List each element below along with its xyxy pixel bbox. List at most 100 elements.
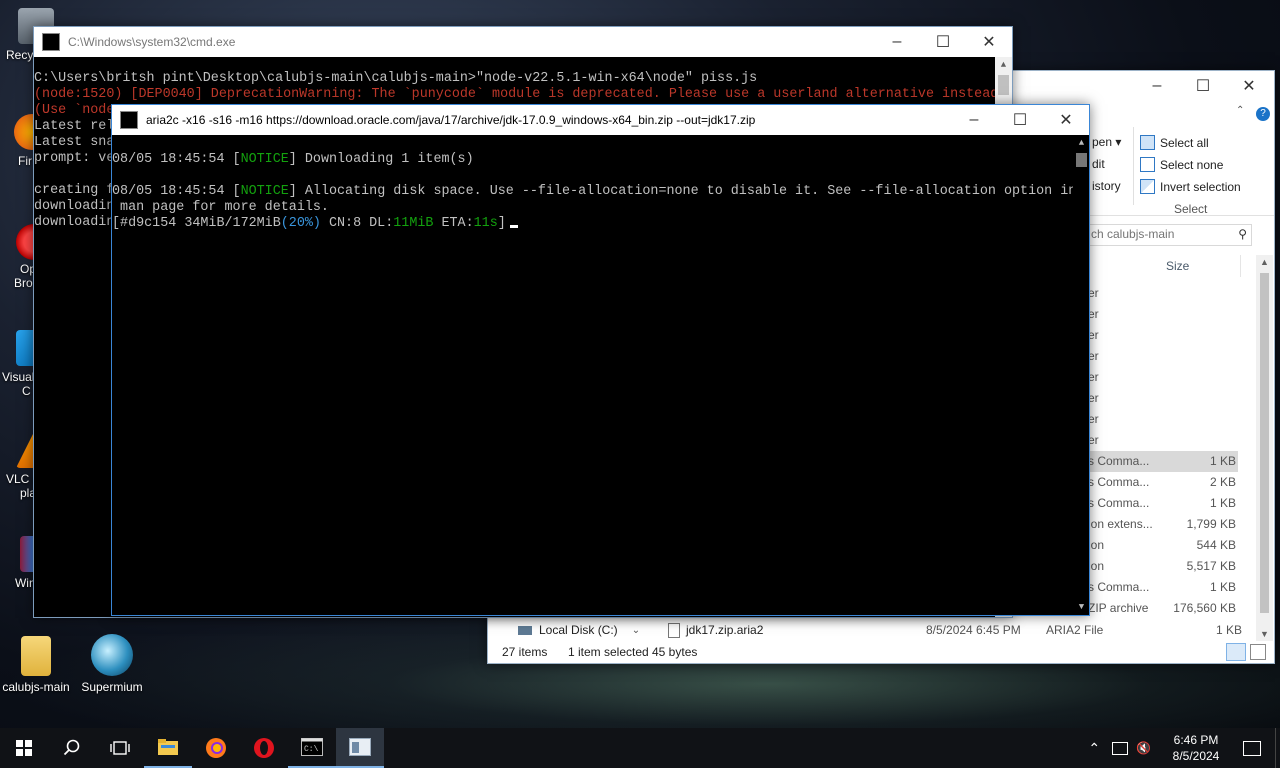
help-icon[interactable]: ?: [1256, 107, 1270, 121]
open-button[interactable]: pen ▾: [1092, 135, 1121, 149]
log-line-allocating: 08/05 18:45:54 [NOTICE] Allocating disk …: [112, 184, 1077, 199]
file-row[interactable]: er: [1088, 388, 1238, 409]
file-row[interactable]: er: [1088, 304, 1238, 325]
file-type: s Comma...: [1088, 496, 1150, 510]
large-icons-view-icon[interactable]: [1250, 644, 1266, 660]
volume-muted-icon[interactable]: 🔇: [1136, 741, 1151, 755]
file-size: 5,517 KB: [1186, 559, 1236, 573]
file-row[interactable]: s Comma... 1 KB: [1088, 577, 1238, 598]
network-icon[interactable]: [1112, 741, 1129, 755]
file-type: s Comma...: [1088, 580, 1150, 594]
chevron-down-icon[interactable]: ⌄: [632, 625, 640, 636]
console-line: C:\Users\britsh pint\Desktop\calubjs-mai…: [34, 71, 758, 86]
file-row[interactable]: s Comma... 1 KB: [1088, 451, 1238, 472]
show-desktop-button[interactable]: [1275, 728, 1280, 768]
clock[interactable]: 6:46 PM 8/5/2024: [1161, 732, 1231, 764]
file-row[interactable]: ion 544 KB: [1088, 535, 1238, 556]
scroll-down-arrow-icon[interactable]: ▼: [1073, 599, 1089, 615]
cmd-titlebar[interactable]: C:\Windows\system32\cmd.exe – ☐ ✕: [34, 27, 1012, 57]
aria2c-titlebar[interactable]: aria2c -x16 -s16 -m16 https://download.o…: [112, 105, 1089, 135]
opera-icon: [254, 738, 274, 758]
file-size: 1 KB: [1209, 496, 1236, 510]
download-progress-line: [#d9c154 34MiB/172MiB(20%) CN:8 DL:11MiB…: [112, 216, 1089, 232]
taskbar-firefox[interactable]: [192, 728, 240, 768]
search-button[interactable]: [48, 728, 96, 768]
file-size: 2 KB: [1209, 475, 1236, 489]
file-row[interactable]: er: [1088, 346, 1238, 367]
console-line: (node:1520) [DEP0040] DeprecationWarning…: [34, 87, 1007, 102]
start-button[interactable]: [0, 728, 48, 768]
aria2c-scrollbar[interactable]: ▲ ▼: [1073, 135, 1089, 615]
log-line-downloading: 08/05 18:45:54 [NOTICE] Downloading 1 it…: [112, 152, 474, 167]
text-cursor: [509, 225, 518, 228]
scroll-up-arrow-icon[interactable]: ▲: [995, 57, 1012, 73]
firefox-icon: [206, 738, 226, 758]
cmd-window-title: C:\Windows\system32\cmd.exe: [68, 35, 236, 49]
scroll-thumb[interactable]: [1260, 273, 1269, 613]
file-row[interactable]: s Comma... 2 KB: [1088, 472, 1238, 493]
cmd-app-icon: [42, 33, 60, 51]
nav-local-disk[interactable]: Local Disk (C:) ⌄: [518, 623, 640, 637]
file-row[interactable]: ZIP archive 176,560 KB: [1088, 598, 1238, 619]
explorer-maximize-button[interactable]: ☐: [1180, 71, 1226, 101]
file-row[interactable]: er: [1088, 409, 1238, 430]
taskbar-opera[interactable]: [240, 728, 288, 768]
aria2c-console[interactable]: 08/05 18:45:54 [NOTICE] Downloading 1 it…: [112, 135, 1089, 615]
edit-button[interactable]: dit: [1092, 157, 1105, 171]
column-header-divider: [1240, 255, 1241, 277]
cmd-close-button[interactable]: ✕: [966, 27, 1012, 57]
chevron-up-icon[interactable]: ⌃: [1088, 740, 1100, 757]
search-input[interactable]: [1089, 225, 1233, 243]
search-box[interactable]: ⚲: [1088, 224, 1252, 246]
cmd-maximize-button[interactable]: ☐: [920, 27, 966, 57]
file-row[interactable]: ion extens... 1,799 KB: [1088, 514, 1238, 535]
file-row-jdk17-aria2[interactable]: jdk17.zip.aria2 8/5/2024 6:45 PM ARIA2 F…: [666, 620, 1256, 640]
file-row[interactable]: er: [1088, 430, 1238, 451]
supermium-desktop-icon[interactable]: Supermium: [74, 634, 150, 694]
log-line-manpage: man page for more details.: [112, 200, 329, 215]
desktop-icon-label: Supermium: [81, 680, 143, 694]
file-row[interactable]: s Comma... 1 KB: [1088, 493, 1238, 514]
scroll-up-arrow-icon[interactable]: ▲: [1260, 257, 1269, 267]
file-row[interactable]: ion 5,517 KB: [1088, 556, 1238, 577]
cmd-minimize-button[interactable]: –: [874, 27, 920, 57]
file-name: jdk17.zip.aria2: [686, 623, 764, 637]
notification-center-icon[interactable]: [1243, 740, 1261, 756]
file-size: 1 KB: [1209, 580, 1236, 594]
file-size: 1 KB: [1209, 454, 1236, 468]
select-none-button[interactable]: Select none: [1140, 157, 1223, 172]
column-header-size[interactable]: Size: [1166, 259, 1189, 273]
ribbon-collapse-icon[interactable]: ⌃: [1236, 105, 1244, 116]
invert-selection-button[interactable]: Invert selection: [1140, 179, 1241, 194]
taskbar-cmd[interactable]: C:\: [288, 728, 336, 768]
aria2c-minimize-button[interactable]: –: [951, 105, 997, 135]
ribbon-separator: [1133, 127, 1134, 205]
calubjs-main-folder-icon[interactable]: calubjs-main: [0, 636, 74, 694]
taskbar-file-explorer[interactable]: [144, 728, 192, 768]
task-view-icon: [110, 741, 130, 755]
explorer-minimize-button[interactable]: –: [1134, 71, 1180, 101]
select-all-button[interactable]: Select all: [1140, 135, 1209, 150]
details-view-icon[interactable]: [1226, 643, 1246, 661]
file-size: 1 KB: [1215, 623, 1242, 637]
search-icon: ⚲: [1238, 227, 1247, 241]
file-list-scrollbar[interactable]: ▲ ▼: [1256, 255, 1273, 641]
file-row[interactable]: er: [1088, 367, 1238, 388]
history-button[interactable]: istory: [1092, 179, 1121, 193]
file-row[interactable]: er: [1088, 283, 1238, 304]
file-size: 1,799 KB: [1186, 517, 1236, 531]
aria2c-close-button[interactable]: ✕: [1043, 105, 1089, 135]
file-row[interactable]: er: [1088, 325, 1238, 346]
cmd-scroll-thumb[interactable]: [998, 75, 1009, 95]
scroll-down-arrow-icon[interactable]: ▼: [1260, 629, 1269, 639]
scroll-up-arrow-icon[interactable]: ▲: [1073, 135, 1089, 151]
status-selected: 1 item selected: [568, 645, 649, 659]
aria2c-maximize-button[interactable]: ☐: [997, 105, 1043, 135]
explorer-close-button[interactable]: ✕: [1226, 71, 1272, 101]
open-label: pen: [1092, 135, 1113, 149]
task-view-button[interactable]: [96, 728, 144, 768]
notice-tag: NOTICE: [240, 184, 289, 199]
aria2c-scroll-thumb[interactable]: [1076, 153, 1087, 167]
aria2c-window-title: aria2c -x16 -s16 -m16 https://download.o…: [146, 113, 756, 127]
taskbar-aria2c[interactable]: [336, 728, 384, 768]
